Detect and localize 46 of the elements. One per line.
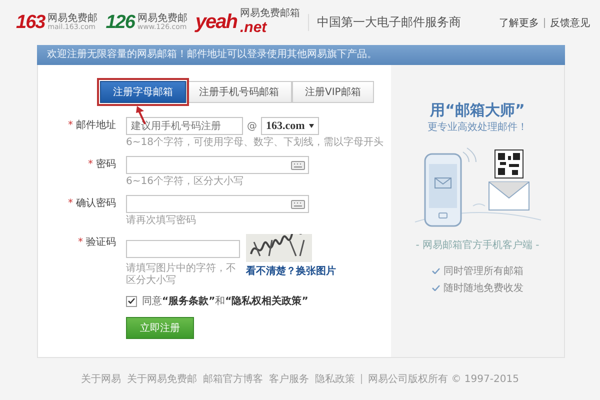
field-hint: 6~18个字符，可使用字母、数字、下划线，需以字母开头 — [126, 137, 384, 149]
register-button[interactable]: 立即注册 — [126, 317, 194, 339]
email-input[interactable]: 建议用手机号码注册 — [126, 117, 243, 135]
feature-text: 随时随地免费收发 — [444, 282, 524, 295]
promo-caption: - 网易邮箱官方手机客户端 - — [416, 238, 540, 252]
header-link[interactable]: 了解更多 — [499, 16, 539, 30]
field-hint: 请再次填写密码 — [126, 215, 197, 227]
promo-title: 用“邮箱大师” — [430, 101, 525, 120]
refresh-captcha-link[interactable]: 看不清楚？换张图片 — [246, 264, 336, 278]
logo-mark: 163 — [16, 12, 45, 34]
field-label: * 密码 — [87, 158, 116, 172]
logo-tagline: 网易免费邮 — [137, 14, 188, 24]
captcha-image-drawing — [246, 234, 312, 262]
slogan: 中国第一大电子邮件服务商 — [308, 14, 461, 31]
agreement-text: 同意“服务条款”和“隐私权相关政策” — [142, 294, 308, 308]
field-label: * 邮件地址 — [67, 118, 116, 133]
check-icon — [432, 285, 440, 291]
tab[interactable]: 注册手机号码邮箱 — [186, 81, 292, 103]
at-sign: @ — [247, 120, 257, 132]
logo-mark: yeah — [195, 11, 237, 34]
field-label: * 确认密码 — [67, 196, 116, 211]
logo-domain: .net — [240, 19, 268, 36]
logo-mark: 126 — [106, 12, 134, 34]
tab[interactable]: 注册VIP邮箱 — [292, 81, 374, 103]
footer-link[interactable]: 隐私政策 — [315, 372, 356, 386]
password-field[interactable] — [126, 195, 309, 213]
header-link[interactable]: 反馈意见 — [550, 16, 590, 30]
field-hint: 6~16个字符，区分大小写 — [126, 176, 244, 188]
keyboard-icon — [291, 200, 305, 208]
captcha-input[interactable] — [126, 240, 240, 258]
logo-tagline: 网易免费邮箱 — [240, 8, 300, 20]
field-label: * 验证码 — [77, 236, 116, 250]
caret-icon — [308, 124, 314, 128]
checkbox[interactable] — [126, 296, 137, 306]
logo-tagline: 网易免费邮 — [48, 14, 98, 24]
feature-text: 同时管理所有邮箱 — [444, 264, 524, 278]
field-hint: 请填写图片中的字符，不区分大小写 — [126, 263, 237, 287]
domain-select[interactable]: 163.com — [261, 117, 319, 135]
check-icon — [432, 268, 440, 274]
promo-subtitle: 更专业高效处理邮件！ — [428, 120, 528, 134]
check-icon — [128, 298, 135, 304]
password-field[interactable] — [126, 156, 309, 174]
tab[interactable]: 注册字母邮箱 — [100, 81, 186, 103]
copyright: 网易公司版权所有 © 1997-2015 — [368, 372, 519, 386]
keyboard-icon — [291, 160, 305, 170]
welcome-banner: 欢迎注册无限容量的网易邮箱！邮件地址可以登录使用其他网易旗下产品。 — [37, 45, 565, 65]
